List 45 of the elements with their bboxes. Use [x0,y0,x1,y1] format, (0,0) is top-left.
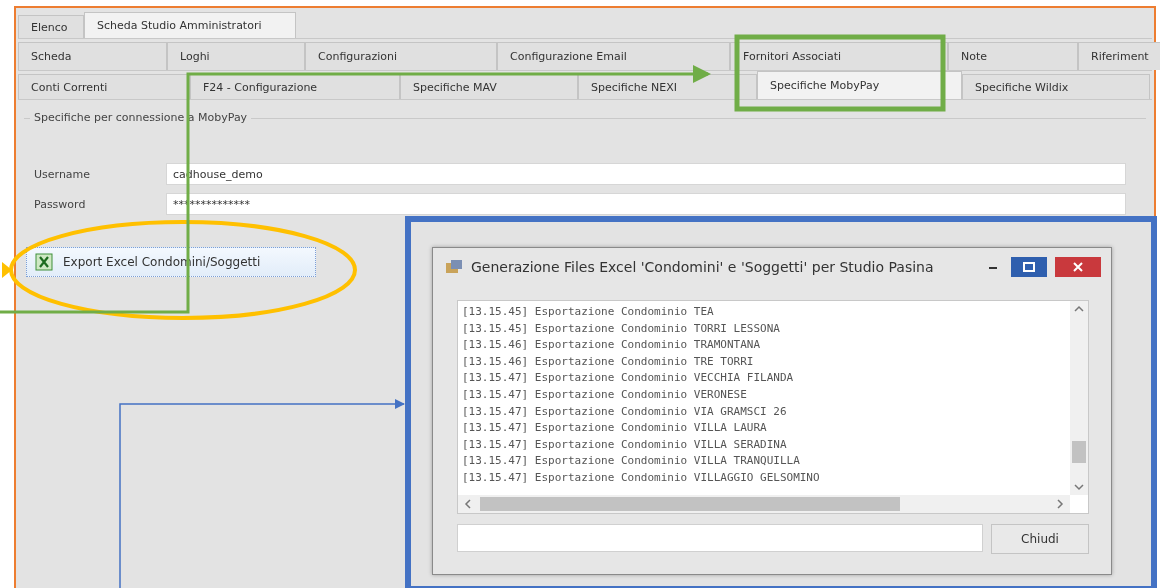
log-line: [13.15.47] Esportazione Condominio VILLA TRANQUILLA [462,453,801,470]
field-label: Password [34,197,87,211]
log-line: [13.15.47] Esportazione Condominio VIA GRAMSCI 26 [462,403,788,420]
spreadsheet-icon [35,253,53,271]
log-line: [13.15.47] Esportazione Condominio VECCHIA FILANDA [462,370,795,387]
close-icon [1073,262,1083,272]
tab[interactable]: Specifiche MobyPay [757,71,962,99]
chevron-up-icon[interactable] [1074,305,1084,313]
chevron-down-icon[interactable] [1074,483,1084,491]
log-line: [13.15.47] Esportazione Condominio VILLA SERADINA [462,436,788,453]
field-label: Username [34,167,92,181]
tab[interactable]: Specifiche Wildix [962,74,1150,99]
tab[interactable]: Riferiment [1078,42,1160,70]
tab[interactable]: Elenco [18,15,84,38]
close-button[interactable]: Chiudi [991,524,1089,554]
close-button[interactable] [1055,257,1101,277]
chevron-left-icon[interactable] [464,499,472,509]
log-line: [13.15.47] Esportazione Condominio VERONESE [462,386,748,403]
log-line: [13.15.46] Esportazione Condominio TRE TORRI [462,353,755,370]
app-icon [445,259,463,275]
dialog-title: Generazione Files Excel 'Condomini' e 'Soggetti' per Studio Pasina [471,259,935,275]
log-line: [13.15.47] Esportazione Condominio VILLA LAURA [462,420,768,437]
vertical-scrollbar[interactable] [1070,301,1088,495]
tab[interactable]: Scheda [18,42,167,70]
horizontal-scrollbar[interactable] [458,495,1070,513]
log-line: [13.15.45] Esportazione Condominio TEA [462,304,715,320]
tab[interactable]: Specifiche MAV [400,74,578,99]
input-field[interactable] [457,524,983,552]
chevron-right-icon[interactable] [1056,499,1064,509]
log-line: [13.15.45] Esportazione Condominio TORRI LESSONA [462,320,781,337]
tab[interactable]: Configurazioni [305,42,497,70]
tab[interactable]: F24 - Configurazione [190,74,400,99]
tab[interactable]: Loghi [167,42,305,70]
tab[interactable]: Configurazione Email [497,42,730,70]
tab[interactable]: Fornitori Associati [730,42,948,70]
scrollbar-thumb[interactable] [480,497,900,511]
tab[interactable]: Specifiche NEXI [578,74,757,99]
tab[interactable]: Conti Correnti [18,74,190,99]
scrollbar-thumb[interactable] [1072,441,1086,463]
log-line: [13.15.46] Esportazione Condominio TRAMONTANA [462,337,761,354]
maximize-button[interactable] [1011,257,1047,277]
log-line: [13.15.47] Esportazione Condominio VILLAGGIO GELSOMINO [462,469,821,486]
maximize-icon [1023,262,1035,272]
tab[interactable]: Scheda Studio Amministratori [84,12,296,38]
tab[interactable]: Note [948,42,1078,70]
